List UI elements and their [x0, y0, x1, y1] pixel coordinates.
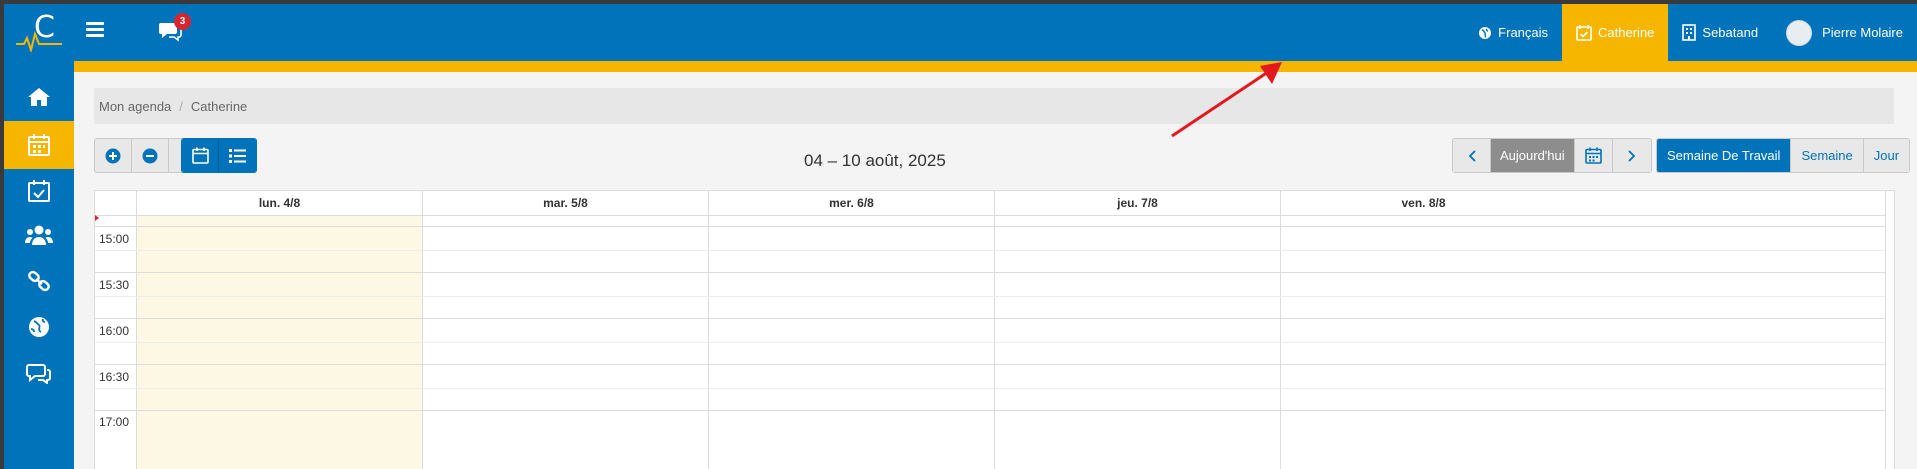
link-icon [28, 270, 50, 292]
home-icon [28, 88, 50, 106]
list-view-button[interactable] [219, 139, 256, 172]
day-header-tue[interactable]: mar. 5/8 [422, 191, 708, 216]
list-icon [229, 148, 246, 163]
language-selector[interactable]: Français [1464, 4, 1562, 61]
sidebar-item-links[interactable] [4, 257, 74, 305]
language-label: Français [1498, 25, 1549, 40]
day-header-thu[interactable]: jeu. 7/8 [994, 191, 1280, 216]
top-nav-right: Français Catherine Sebatand Pierre Molai… [1464, 4, 1917, 61]
user-menu[interactable]: Pierre Molaire [1772, 4, 1917, 61]
week-view-button[interactable]: Semaine [1791, 139, 1864, 172]
plus-circle-icon [105, 148, 121, 163]
globe-icon [1479, 26, 1492, 39]
now-indicator-icon [95, 215, 99, 221]
sidebar-item-home[interactable] [4, 73, 74, 121]
building-icon [1682, 24, 1697, 41]
breadcrumb-separator: / [179, 98, 183, 114]
calendar-check-icon [28, 180, 50, 202]
heartbeat-logo-icon [16, 30, 62, 52]
chat-icon [26, 364, 51, 384]
breadcrumb-current: Catherine [190, 98, 248, 114]
day-header-mon[interactable]: lun. 4/8 [136, 191, 422, 216]
day-header-wed[interactable]: mer. 6/8 [708, 191, 994, 216]
agenda-user-tab[interactable]: Catherine [1562, 4, 1669, 61]
date-picker-button[interactable] [1574, 139, 1613, 172]
slot-line [95, 250, 1894, 251]
calendar-grid: lun. 4/8 mar. 5/8 mer. 6/8 jeu. 7/8 ven.… [94, 190, 1895, 469]
users-icon [25, 225, 53, 245]
time-label: 17:00 [99, 415, 130, 429]
sidebar [4, 61, 74, 469]
sidebar-item-globe[interactable] [4, 303, 74, 351]
slot-line [95, 410, 1894, 411]
today-button[interactable]: Aujourd'hui [1491, 139, 1575, 172]
sidebar-item-users[interactable] [4, 211, 74, 259]
sidebar-item-chat[interactable] [4, 349, 74, 397]
slot-line [95, 318, 1894, 319]
minus-circle-icon [142, 148, 158, 163]
date-range-title: 04 – 10 août, 2025 [804, 151, 946, 170]
menu-toggle-icon[interactable] [86, 22, 104, 38]
top-navbar: C 3 Français Catherine Sebatand Pierre M… [4, 4, 1917, 61]
app-window: C 3 Français Catherine Sebatand Pierre M… [4, 4, 1917, 469]
breadcrumb-root[interactable]: Mon agenda [99, 99, 171, 114]
work-week-view-button[interactable]: Semaine De Travail [1657, 139, 1792, 172]
prev-button[interactable] [1453, 139, 1491, 172]
main-content: Mon agenda / Catherine 04 – 10 août, 202… [74, 72, 1917, 469]
calendar-body: 15:00 15:30 16:00 16:30 17:00 [95, 215, 1894, 469]
calendar-icon [1584, 147, 1602, 164]
calendar-scrollbar[interactable] [1885, 191, 1894, 469]
sidebar-item-calendar[interactable] [4, 121, 74, 169]
calendar-icon [28, 134, 50, 156]
chevron-right-icon [1628, 149, 1635, 162]
calendar-icon [191, 147, 209, 164]
globe-icon [29, 317, 49, 337]
slot-line [95, 342, 1894, 343]
chevron-left-icon [1468, 149, 1476, 162]
organization-label: Sebatand [1702, 25, 1759, 40]
avatar [1786, 19, 1813, 46]
calendar-header: lun. 4/8 mar. 5/8 mer. 6/8 jeu. 7/8 ven.… [95, 191, 1894, 216]
sidebar-item-tasks[interactable] [4, 167, 74, 215]
add-event-button[interactable] [95, 139, 132, 172]
view-switch-group: Semaine De Travail Semaine Jour [1656, 138, 1911, 173]
date-navigation-group: Aujourd'hui [1452, 138, 1652, 173]
user-name: Pierre Molaire [1822, 25, 1903, 40]
time-label: 15:30 [99, 278, 130, 292]
topbar-accent-line [74, 61, 1917, 72]
day-header-fri[interactable]: ven. 8/8 [1280, 191, 1566, 216]
slot-line [95, 296, 1894, 297]
time-label: 15:00 [99, 232, 130, 246]
slot-line [95, 388, 1894, 389]
remove-event-button[interactable] [132, 139, 169, 172]
logo[interactable]: C [4, 4, 74, 61]
breadcrumb: Mon agenda / Catherine [94, 88, 1894, 124]
display-mode-group [181, 138, 257, 173]
agenda-user-label: Catherine [1598, 25, 1655, 40]
calendar-check-icon [1576, 25, 1592, 41]
slot-line [95, 364, 1894, 365]
time-label: 16:00 [99, 324, 130, 338]
chat-badge: 3 [174, 13, 191, 30]
organization-tab[interactable]: Sebatand [1668, 4, 1772, 61]
time-label: 16:30 [99, 370, 130, 384]
slot-line [95, 272, 1894, 273]
day-view-button[interactable]: Jour [1863, 139, 1910, 172]
annotation-arrow-icon [1171, 62, 1282, 138]
next-button[interactable] [1612, 139, 1651, 172]
calendar-view-button[interactable] [182, 139, 219, 172]
slot-line [95, 226, 1894, 227]
